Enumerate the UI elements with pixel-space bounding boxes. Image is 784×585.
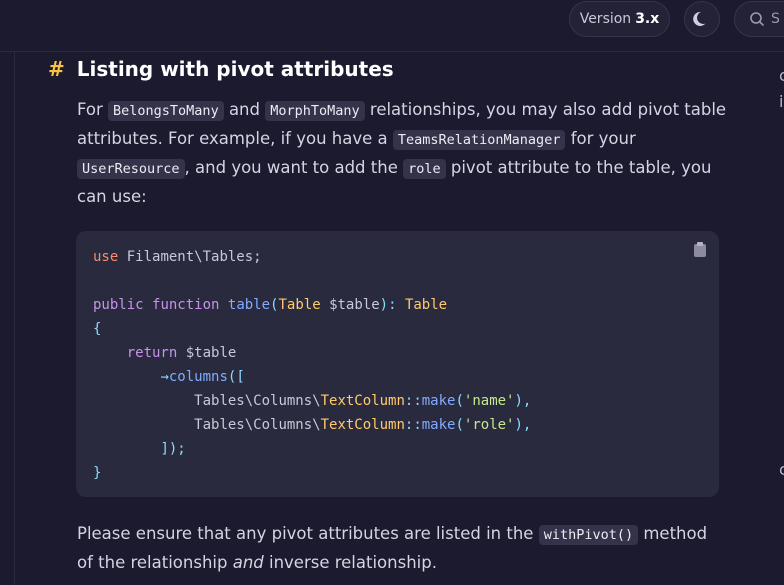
moon-icon [693, 11, 706, 26]
code-token: table [227, 297, 271, 313]
code-token: Filament\Tables; [118, 249, 262, 265]
code-token: ), [514, 393, 532, 409]
inline-code-userresource: UserResource [77, 159, 185, 179]
intro-paragraph: For BelongsToMany and MorphToMany relati… [77, 96, 727, 211]
search-placeholder: S [771, 11, 780, 27]
code-token: Table [404, 297, 448, 313]
inline-code-belongstomany: BelongsToMany [108, 101, 224, 121]
code-token: 'role' [463, 417, 515, 433]
version-value: 3.x [635, 11, 660, 27]
theme-toggle-button[interactable] [684, 1, 720, 37]
code-token: make [421, 393, 456, 409]
code-token: } [93, 465, 102, 481]
version-switcher-button[interactable]: Version 3.x [569, 1, 670, 37]
code-token: $table [185, 345, 237, 361]
toc-fragment: c [779, 66, 784, 85]
code-token: function [152, 297, 220, 313]
copy-icon[interactable] [693, 241, 707, 266]
inline-code-teamsrelationmanager: TeamsRelationManager [392, 130, 566, 150]
text: For [77, 100, 109, 119]
top-bar: Version 3.x S [0, 0, 784, 52]
inline-code-morphtomany: MorphToMany [265, 101, 365, 121]
inline-code-role: role [403, 159, 446, 179]
code-token: public [93, 297, 144, 313]
code-token: make [421, 417, 456, 433]
code-token: 'name' [463, 393, 515, 409]
code-token: { [93, 321, 102, 337]
sidebar-divider [14, 52, 15, 585]
text: Please ensure that any pivot attributes … [77, 524, 539, 543]
section-heading: # Listing with pivot attributes [48, 56, 394, 82]
inline-code-withpivot: withPivot() [538, 525, 639, 545]
code-token: TextColumn [320, 393, 405, 409]
text: , and you want to add the [184, 158, 404, 177]
code-token: ]); [160, 441, 186, 457]
code-token: :: [404, 393, 422, 409]
code-token: columns [168, 369, 228, 385]
code-token: ), [514, 417, 532, 433]
note-paragraph: Please ensure that any pivot attributes … [77, 520, 727, 577]
search-button[interactable]: S [734, 1, 784, 37]
code-token: return [126, 345, 178, 361]
toc-fragment: c [779, 460, 784, 479]
code-token: ( [455, 417, 464, 433]
code-token: use [93, 249, 119, 265]
code-token: ): [379, 297, 405, 313]
text: and [223, 100, 266, 119]
code-token: $table [329, 297, 380, 313]
toc-fragment: i [779, 92, 784, 111]
code-token: TextColumn [320, 417, 405, 433]
code-token: ([ [227, 369, 245, 385]
heading-anchor-link[interactable]: # [48, 57, 65, 81]
search-icon [750, 12, 764, 26]
text: inverse relationship. [263, 553, 437, 572]
code-token: Tables\Columns\ [194, 417, 321, 433]
section-title: Listing with pivot attributes [76, 57, 394, 81]
text: for your [565, 129, 636, 148]
code-token: ( [455, 393, 464, 409]
code-token: → [160, 369, 169, 385]
code-token: Table [278, 297, 321, 313]
emphasis: and [232, 553, 264, 572]
code-token: Tables\Columns\ [194, 393, 321, 409]
code-block: use Filament\Tables; public function tab… [76, 231, 719, 497]
version-label: Version [579, 11, 632, 27]
code-token: :: [404, 417, 422, 433]
